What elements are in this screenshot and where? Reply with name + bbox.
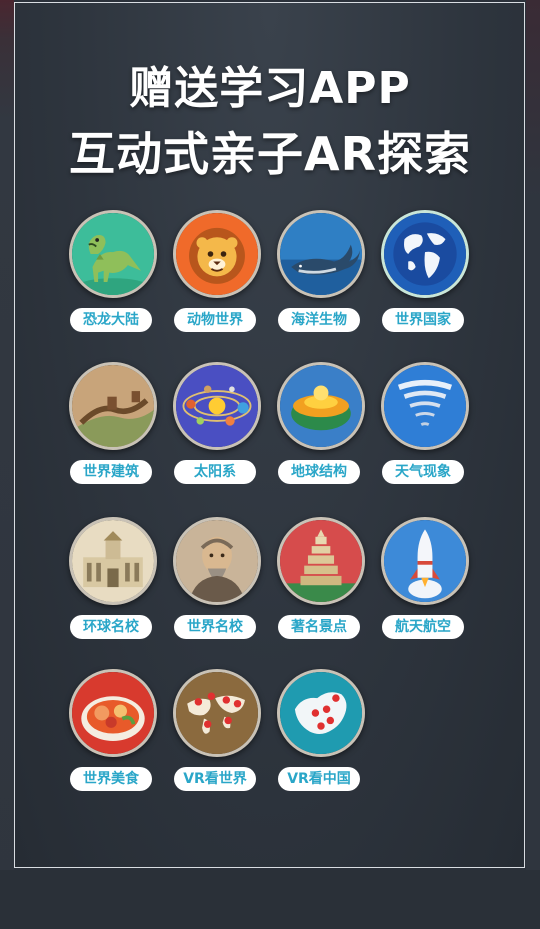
- pagoda-icon: [277, 517, 365, 605]
- item-label: 动物世界: [174, 308, 256, 332]
- item-label: VR看世界: [174, 767, 256, 791]
- feature-item-world-food[interactable]: 世界美食: [63, 669, 163, 809]
- item-label: 世界国家: [382, 308, 464, 332]
- headline-line2: 互动式亲子AR探索: [68, 127, 472, 181]
- food-plate-icon: [69, 669, 157, 757]
- university-building-icon: [69, 517, 157, 605]
- item-label: 恐龙大陆: [70, 308, 152, 332]
- feature-item-global-universities[interactable]: 环球名校: [63, 517, 163, 657]
- item-label: 世界建筑: [70, 460, 152, 484]
- feature-item-dinosaur[interactable]: 恐龙大陆: [63, 210, 163, 350]
- feature-item-weather[interactable]: 天气现象: [375, 362, 475, 502]
- scholar-portrait-icon: [173, 517, 261, 605]
- item-label: 航天航空: [382, 615, 464, 639]
- item-label: 天气现象: [382, 460, 464, 484]
- item-label: 著名景点: [278, 615, 360, 639]
- feature-item-world-countries[interactable]: 世界国家: [375, 210, 475, 350]
- item-label: 世界名校: [174, 615, 256, 639]
- feature-item-world-famous-schools[interactable]: 世界名校: [167, 517, 267, 657]
- great-wall-icon: [69, 362, 157, 450]
- feature-item-aerospace[interactable]: 航天航空: [375, 517, 475, 657]
- solar-system-icon: [173, 362, 261, 450]
- item-label: VR看中国: [278, 767, 360, 791]
- earth-layers-icon: [277, 362, 365, 450]
- item-label: 环球名校: [70, 615, 152, 639]
- item-label: 世界美食: [70, 767, 152, 791]
- feature-item-earth-structure[interactable]: 地球结构: [271, 362, 371, 502]
- whale-icon: [277, 210, 365, 298]
- rocket-icon: [381, 517, 469, 605]
- feature-item-famous-attractions[interactable]: 著名景点: [271, 517, 371, 657]
- bottom-strip: [0, 870, 540, 929]
- globe-icon: [381, 210, 469, 298]
- feature-item-animal-world[interactable]: 动物世界: [167, 210, 267, 350]
- feature-item-vr-world[interactable]: VR看世界: [167, 669, 267, 809]
- item-label: 海洋生物: [278, 308, 360, 332]
- feature-item-marine-life[interactable]: 海洋生物: [271, 210, 371, 350]
- feature-item-world-architecture[interactable]: 世界建筑: [63, 362, 163, 502]
- item-label: 地球结构: [278, 460, 360, 484]
- item-label: 太阳系: [174, 460, 256, 484]
- tornado-icon: [381, 362, 469, 450]
- feature-item-vr-china[interactable]: VR看中国: [271, 669, 371, 809]
- lion-icon: [173, 210, 261, 298]
- dinosaur-icon: [69, 210, 157, 298]
- world-map-pins-icon: [173, 669, 261, 757]
- china-map-pins-icon: [277, 669, 365, 757]
- feature-item-solar-system[interactable]: 太阳系: [167, 362, 267, 502]
- headline-line1: 赠送学习APP: [129, 63, 411, 114]
